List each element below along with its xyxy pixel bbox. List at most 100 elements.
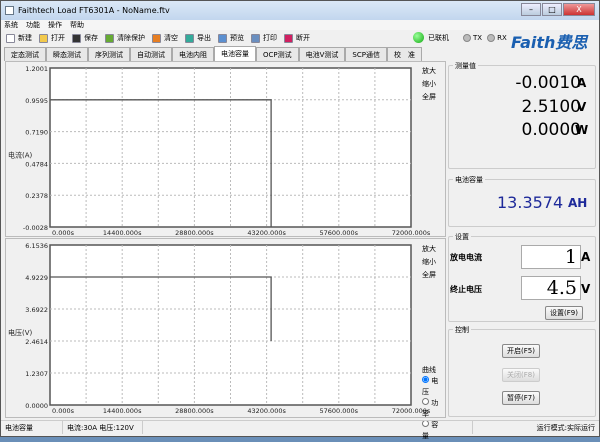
- curve-option-power[interactable]: 功率: [422, 398, 445, 420]
- connection-label: 已联机: [428, 33, 449, 42]
- y-tick-label: 0.9595: [25, 97, 48, 105]
- title-bar: Faithtech Load FT6301A - NoName.ftv – □ …: [1, 1, 599, 20]
- tab-7[interactable]: 电池V测试: [298, 47, 346, 61]
- current-chart-panel: 1.2001 0.9595 0.7190 0.4784 0.2378 -0.0028 0.0…: [5, 61, 446, 237]
- zoom-in-button[interactable]: 放大: [422, 65, 436, 78]
- tab-4[interactable]: 电池内阻: [172, 47, 214, 61]
- maximize-button[interactable]: □: [542, 3, 562, 16]
- toolbar-button-2[interactable]: 保存: [72, 33, 98, 43]
- tab-2[interactable]: 序列测试: [88, 47, 130, 61]
- chart1-controls: 放大 缩小 全屏: [422, 65, 436, 104]
- y-tick-label: 2.4614: [25, 338, 48, 346]
- toolbar: 新建 打开 保存 清除保护 清空 导出 预览 打印 断开: [1, 30, 599, 46]
- toolbar-button-8[interactable]: 断开: [284, 33, 310, 43]
- faith-logo: Faith费思: [511, 33, 588, 52]
- control-title: 控制: [453, 325, 471, 335]
- tab-6[interactable]: OCP测试: [256, 47, 299, 61]
- pause-button[interactable]: 暂停(F7): [502, 391, 540, 405]
- x-tick-label: 57600.000s: [320, 407, 359, 415]
- toolbar-button-1[interactable]: 打开: [39, 33, 65, 43]
- new-file-icon: [6, 33, 15, 43]
- minimize-button[interactable]: –: [521, 3, 541, 16]
- curve-title: 曲线: [422, 366, 436, 374]
- tx-rx-indicators: TX RX: [461, 34, 507, 42]
- toolbar-button-3[interactable]: 清除保护: [105, 33, 145, 43]
- connection-status: 已联机: [413, 32, 449, 43]
- toolbar-button-4[interactable]: 清空: [152, 33, 178, 43]
- tab-1[interactable]: 瞬态测试: [46, 47, 88, 61]
- toolbar-button-0[interactable]: 新建: [6, 33, 32, 43]
- x-tick-label: 57600.000s: [320, 229, 359, 237]
- cutoff-voltage-label: 终止电压: [450, 285, 482, 294]
- voltage-value: 2.5100: [521, 97, 581, 117]
- current-unit: A: [577, 76, 587, 90]
- x-tick-label: 14400.000s: [103, 229, 142, 237]
- y-axis-label: 电压(V): [8, 328, 33, 337]
- zoom-out-button[interactable]: 缩小: [422, 256, 436, 269]
- plot-area: [49, 67, 412, 228]
- save-icon: [72, 33, 81, 43]
- x-tick-label: 28800.000s: [175, 407, 214, 415]
- menu-bar: 系统 功能 操作 帮助: [1, 20, 599, 30]
- toolbar-label: 保存: [84, 34, 98, 42]
- status-bar: 电池容量 电流:30A 电压:120V 运行模式:实际运行: [1, 420, 599, 434]
- zoom-in-button[interactable]: 放大: [422, 243, 436, 256]
- tab-0[interactable]: 定态测试: [4, 47, 46, 61]
- discharge-current-input[interactable]: 1: [521, 245, 581, 269]
- tx-led-icon: [463, 34, 471, 42]
- chart2-controls: 放大 缩小 全屏: [422, 243, 436, 282]
- voltage-chart-panel: 6.1536 4.9229 3.6922 2.4614 1.2307 0.0000 0.00…: [5, 238, 446, 440]
- x-tick-label: 43200.000s: [247, 229, 286, 237]
- tab-8[interactable]: SCP通信: [345, 47, 387, 61]
- voltage-unit: V: [577, 100, 587, 114]
- menu-help[interactable]: 帮助: [70, 20, 84, 30]
- tab-5[interactable]: 电池容量: [214, 46, 256, 61]
- status-run-mode: 运行模式:实际运行: [536, 424, 595, 432]
- y-axis-label: 电流(A): [8, 151, 33, 160]
- clear-protect-icon: [105, 33, 114, 43]
- discharge-current-label: 放电电流: [450, 253, 482, 262]
- tab-3[interactable]: 自动测试: [130, 47, 172, 61]
- toolbar-label: 预览: [230, 34, 244, 42]
- disconnect-icon: [284, 33, 293, 43]
- status-empty: [143, 421, 473, 434]
- stop-button[interactable]: 关闭(F8): [502, 368, 540, 382]
- menu-system[interactable]: 系统: [4, 20, 18, 30]
- set-button[interactable]: 设置(F9): [545, 306, 583, 320]
- y-tick-label: 0.4784: [25, 160, 48, 168]
- start-button[interactable]: 开启(F5): [502, 344, 540, 358]
- capacity-title: 电池容量: [453, 175, 485, 185]
- toolbar-button-6[interactable]: 预览: [218, 33, 244, 43]
- current-chart: 1.2001 0.9595 0.7190 0.4784 0.2378 -0.0028 0.0…: [8, 65, 431, 237]
- discharge-current-unit: A: [581, 250, 591, 264]
- toolbar-label: 清除保护: [117, 34, 145, 42]
- fullscreen-button[interactable]: 全屏: [422, 91, 436, 104]
- toolbar-button-5[interactable]: 导出: [185, 33, 211, 43]
- x-tick-label: 72000.000s: [392, 229, 431, 237]
- cutoff-voltage-input[interactable]: 4.5: [521, 276, 581, 300]
- power-unit: W: [575, 123, 589, 137]
- tab-9[interactable]: 校 准: [386, 47, 422, 61]
- x-tick-label: 28800.000s: [175, 229, 214, 237]
- toolbar-label: 断开: [296, 34, 310, 42]
- menu-operate[interactable]: 操作: [48, 20, 62, 30]
- y-tick-label: 1.2001: [25, 65, 48, 73]
- toolbar-label: 新建: [18, 34, 32, 42]
- fullscreen-button[interactable]: 全屏: [422, 269, 436, 282]
- measurement-title: 测量值: [453, 61, 478, 71]
- toolbar-button-7[interactable]: 打印: [251, 33, 277, 43]
- clear-icon: [152, 33, 161, 43]
- y-tick-label: -0.0028: [23, 224, 48, 232]
- zoom-out-button[interactable]: 缩小: [422, 78, 436, 91]
- export-icon: [185, 33, 194, 43]
- connected-led-icon: [413, 32, 424, 43]
- status-range: 电流:30A 电压:120V: [63, 421, 143, 434]
- close-button[interactable]: X: [563, 3, 595, 16]
- toolbar-label: 清空: [164, 34, 178, 42]
- settings-title: 设置: [453, 232, 471, 242]
- menu-function[interactable]: 功能: [26, 20, 40, 30]
- folder-open-icon: [39, 33, 48, 43]
- status-mode: 电池容量: [1, 421, 63, 434]
- curve-option-voltage[interactable]: 电压: [422, 376, 445, 398]
- x-tick-label: 14400.000s: [103, 407, 142, 415]
